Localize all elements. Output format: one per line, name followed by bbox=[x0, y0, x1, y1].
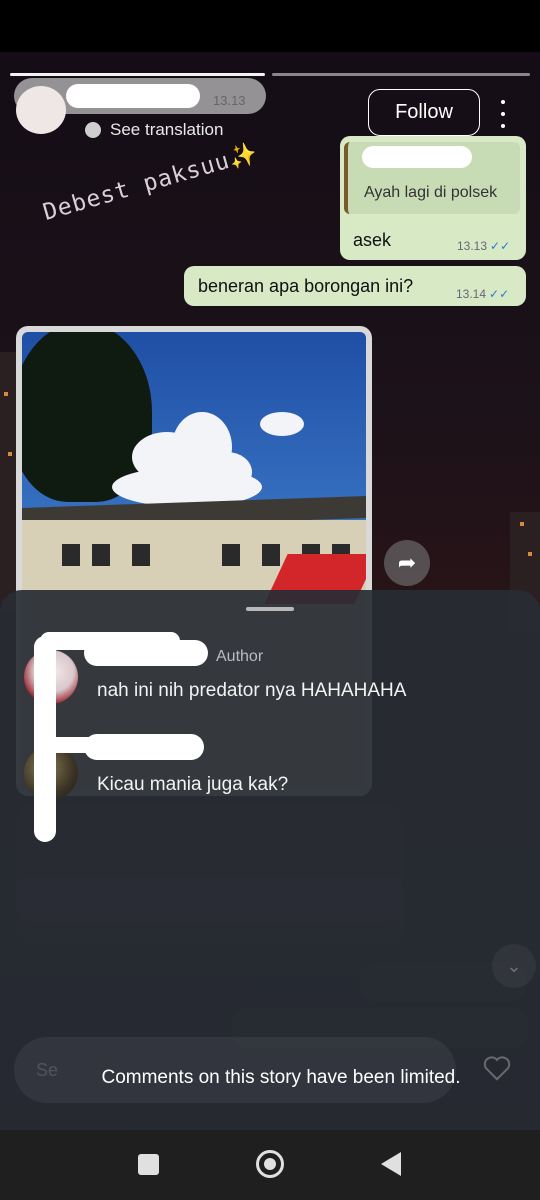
sheet-drag-handle[interactable] bbox=[246, 607, 294, 611]
chevron-down-icon[interactable]: ⌄ bbox=[492, 944, 536, 988]
window bbox=[62, 544, 80, 566]
window bbox=[262, 544, 280, 566]
see-translation-label: See translation bbox=[110, 120, 224, 139]
comments-limited-notice: Comments on this story have been limited… bbox=[101, 1067, 461, 1088]
quoted-message-text: Ayah lagi di polsek bbox=[364, 184, 498, 201]
background-light bbox=[520, 522, 524, 526]
nav-recents-icon[interactable] bbox=[138, 1154, 159, 1175]
quoted-name-redaction bbox=[362, 146, 472, 168]
chat-message-time: 13.14 ✓✓ bbox=[456, 287, 510, 301]
window bbox=[92, 544, 110, 566]
story-user-avatar[interactable] bbox=[16, 86, 66, 134]
author-badge: Author bbox=[216, 648, 264, 665]
follow-button[interactable]: Follow bbox=[368, 89, 480, 136]
comment-text: Kicau mania juga kak? bbox=[97, 774, 289, 795]
story-timestamp: 13.13 bbox=[213, 93, 246, 108]
redaction-scribble bbox=[44, 737, 164, 753]
background-light bbox=[528, 552, 532, 556]
more-icon[interactable] bbox=[498, 100, 508, 128]
nav-back-icon[interactable] bbox=[381, 1152, 401, 1176]
read-ticks-icon: ✓✓ bbox=[490, 239, 511, 253]
story-progress-segment bbox=[272, 73, 530, 76]
username-redaction bbox=[66, 84, 200, 108]
share-icon[interactable]: ➦ bbox=[384, 540, 430, 586]
see-translation-link[interactable]: See translation bbox=[85, 120, 223, 140]
status-bar bbox=[0, 0, 540, 52]
nav-home-icon[interactable] bbox=[256, 1150, 284, 1178]
chat-message-text: asek bbox=[353, 230, 392, 250]
window bbox=[222, 544, 240, 566]
window bbox=[132, 544, 150, 566]
comment-text: nah ini nih predator nya HAHAHAHA bbox=[97, 680, 407, 701]
chat-message-time: 13.13 ✓✓ bbox=[457, 239, 511, 253]
background-light bbox=[4, 392, 8, 396]
chat-message-text: beneran apa borongan ini? bbox=[198, 276, 414, 296]
see-translation-icon bbox=[85, 122, 101, 138]
read-ticks-icon: ✓✓ bbox=[489, 287, 510, 301]
background-light bbox=[8, 452, 12, 456]
cloud bbox=[260, 412, 304, 436]
redaction-scribble bbox=[40, 632, 180, 650]
story-progress-segment bbox=[10, 73, 265, 76]
